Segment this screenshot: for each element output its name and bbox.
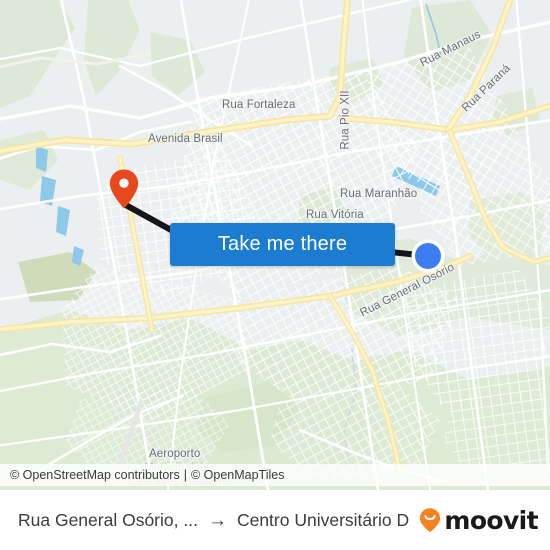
moovit-pin-icon [420, 508, 441, 533]
take-me-there-button[interactable]: Take me there [170, 223, 395, 266]
moovit-logo[interactable]: moovit [417, 505, 539, 535]
trip-summary-footer: Rua General Osório, ... → Centro Univers… [0, 490, 550, 550]
destination-location-dot-icon[interactable] [410, 238, 446, 274]
trip-origin-label[interactable]: Rua General Osório, ... [18, 510, 198, 531]
attribution-osm[interactable]: © OpenStreetMap contributors [10, 468, 180, 482]
moovit-wordmark: moovit [444, 505, 538, 535]
map-canvas[interactable]: Rua Fortaleza Avenida Brasil Rua Pio XII… [0, 0, 550, 490]
trip-destination-label[interactable]: Centro Universitário De Ca... [237, 510, 409, 531]
map-attribution: © OpenStreetMap contributors | © OpenMap… [0, 464, 550, 486]
arrow-right-icon: → [207, 509, 227, 531]
attribution-separator: | [183, 468, 187, 482]
attribution-openmaptiles[interactable]: © OpenMapTiles [191, 468, 285, 482]
moovit-map-screen: Rua Fortaleza Avenida Brasil Rua Pio XII… [0, 0, 550, 550]
origin-map-pin-icon[interactable] [108, 168, 140, 210]
